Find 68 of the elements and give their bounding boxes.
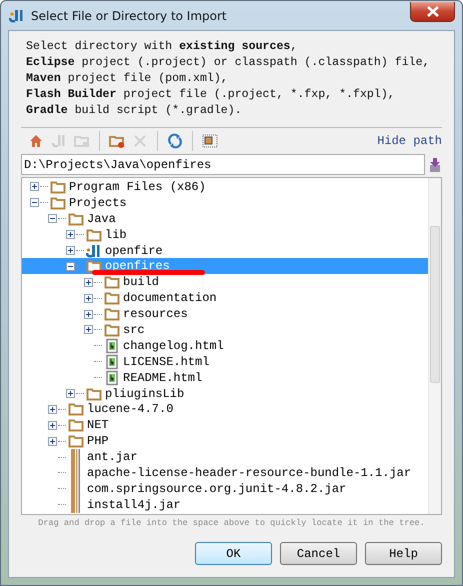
collapse-icon[interactable] xyxy=(66,262,75,271)
html-file-icon xyxy=(104,370,120,386)
tree-row[interactable]: Projects xyxy=(22,194,428,211)
new-folder-icon[interactable] xyxy=(109,133,125,149)
expand-icon[interactable] xyxy=(84,310,93,319)
tree-row[interactable]: pliuginsLib xyxy=(22,386,428,402)
expand-icon[interactable] xyxy=(84,294,93,303)
tree-row[interactable]: LICENSE.html xyxy=(22,354,428,370)
tree-row[interactable]: build xyxy=(22,274,428,290)
tree-folder-icon xyxy=(104,322,120,338)
tree-folder-icon xyxy=(86,386,102,402)
tree-folder-icon xyxy=(68,401,84,418)
refresh-icon[interactable] xyxy=(167,133,183,149)
home-icon[interactable] xyxy=(28,133,44,149)
tree-row[interactable]: src xyxy=(22,322,428,338)
tree-row[interactable]: ant.jar xyxy=(22,449,428,466)
hide-path-link[interactable]: Hide path xyxy=(377,134,442,148)
expand-icon[interactable] xyxy=(84,325,93,334)
expand-icon[interactable] xyxy=(66,246,75,255)
tree-row[interactable]: Java xyxy=(22,210,428,227)
tree-row[interactable]: PHP xyxy=(22,433,428,450)
expand-icon[interactable] xyxy=(30,182,39,192)
expand-icon[interactable] xyxy=(66,389,75,398)
tree-row[interactable]: openfire xyxy=(22,242,428,258)
scrollbar[interactable] xyxy=(428,178,441,514)
app-logo-icon xyxy=(9,8,25,24)
close-icon xyxy=(426,6,440,16)
download-icon[interactable] xyxy=(428,156,442,172)
tree-folder-icon xyxy=(104,306,120,322)
dialog-button[interactable]: Help xyxy=(365,542,442,565)
description-text: Select directory with existing sources, Eclipse project (.project) or classpath (.classpath) file, Maven project file (pom.xml), Flash Builder project file (.project, *.fxp, *.fxpl), Gradle build script (*.gradle). xyxy=(25,39,431,119)
tree-folder-icon xyxy=(104,274,120,290)
tree-row[interactable]: com.springsource.org.junit-4.8.2.jar xyxy=(22,480,428,497)
expand-icon[interactable] xyxy=(84,278,93,287)
tree-row[interactable]: lucene-4.7.0 xyxy=(22,401,428,418)
preview-icon[interactable] xyxy=(202,133,218,149)
expand-icon[interactable] xyxy=(48,436,57,446)
tree-folder-icon xyxy=(68,433,84,450)
dialog-button[interactable]: OK xyxy=(195,542,272,565)
tree-row[interactable]: documentation xyxy=(22,290,428,306)
tree-row[interactable]: changelog.html xyxy=(22,338,428,354)
tree-folder-icon xyxy=(86,258,102,274)
tree-row[interactable]: resources xyxy=(22,306,428,322)
html-file-icon xyxy=(104,338,120,354)
tree-row[interactable]: Program Files (x86) xyxy=(22,179,428,195)
tree-row[interactable]: install4j.jar xyxy=(22,496,428,513)
tree-row[interactable]: README.html xyxy=(22,370,428,386)
module-icon xyxy=(86,242,102,259)
hint-text: Drag and drop a file into the space above to quickly locate it in the tree. xyxy=(37,517,426,528)
expand-icon[interactable] xyxy=(66,230,75,240)
expand-icon[interactable] xyxy=(48,420,57,430)
tree-folder-icon xyxy=(50,194,66,211)
close-button[interactable] xyxy=(410,2,455,22)
collapse-icon[interactable] xyxy=(30,198,39,208)
scrollbar-thumb[interactable] xyxy=(430,226,440,383)
path-field[interactable]: D:\Projects\Java\openfires xyxy=(21,154,425,175)
tree-row[interactable]: NET xyxy=(22,417,428,434)
tree-row[interactable]: lib xyxy=(22,226,428,243)
html-file-icon xyxy=(104,354,120,370)
dialog-button[interactable]: Cancel xyxy=(280,542,357,565)
tree-row[interactable]: apache-license-header-resource-bundle-1.1.jar xyxy=(22,465,428,481)
tree-folder-icon xyxy=(86,226,102,243)
tree-folder-icon xyxy=(68,417,84,434)
tree-folder-icon xyxy=(104,290,120,306)
window-title: Select File or Directory to Import xyxy=(31,8,228,22)
tree-folder-icon xyxy=(68,210,84,227)
expand-icon[interactable] xyxy=(48,404,57,414)
collapse-icon[interactable] xyxy=(48,214,57,224)
